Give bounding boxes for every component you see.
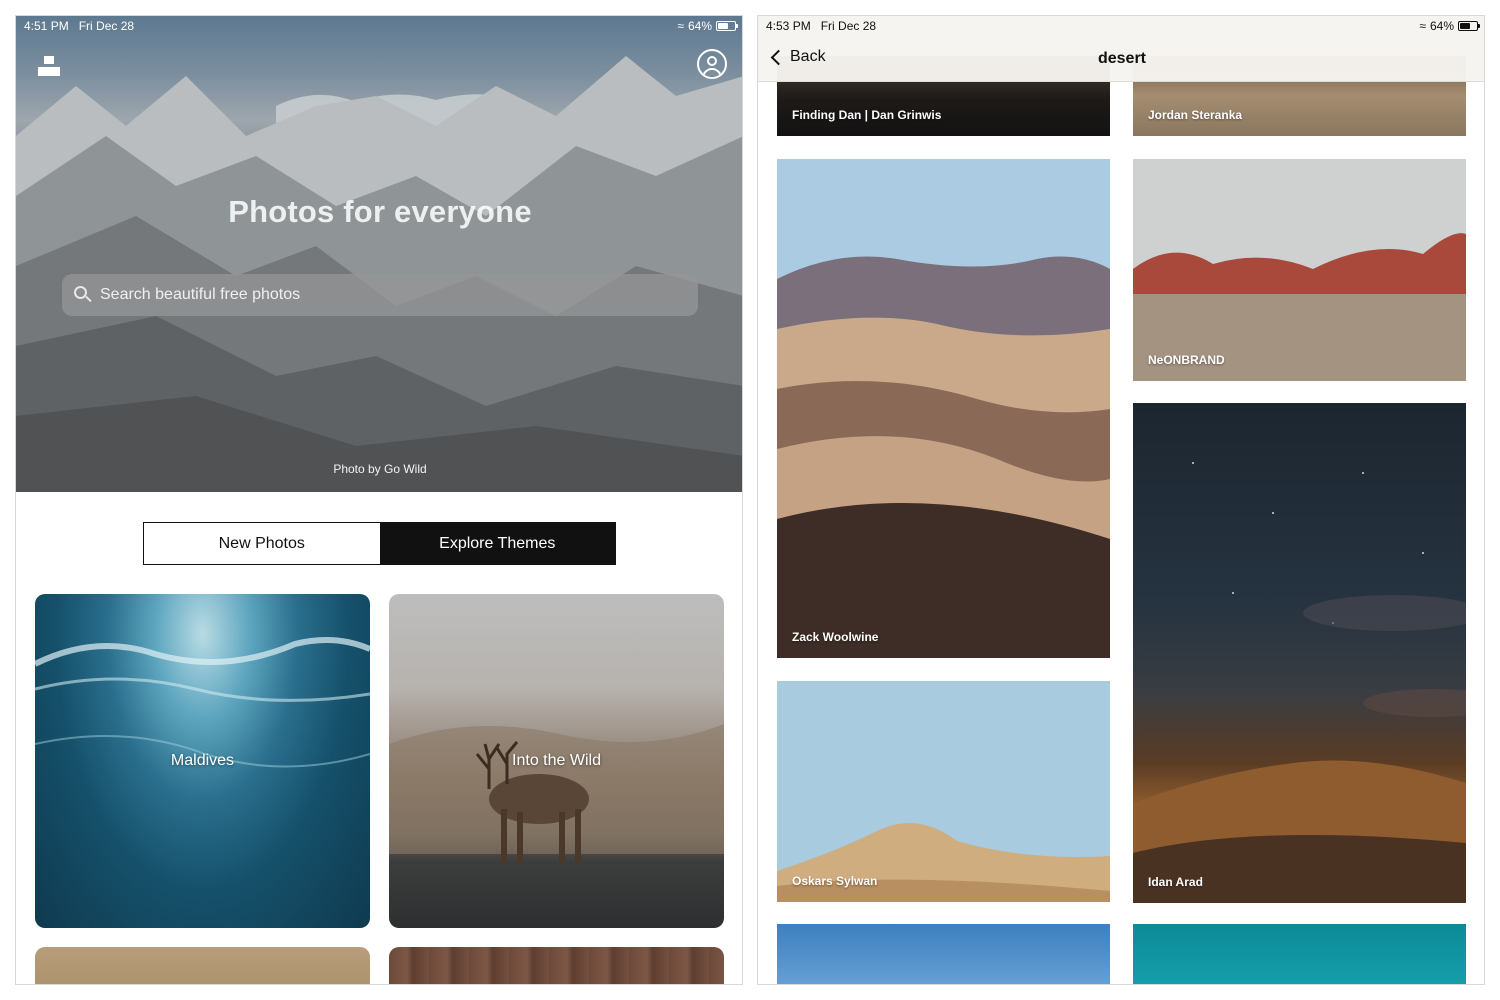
photo-card[interactable]: Oskars Sylwan bbox=[777, 681, 1110, 902]
search-bar[interactable] bbox=[62, 274, 698, 316]
photo-card[interactable] bbox=[1133, 924, 1466, 984]
status-date: Fri Dec 28 bbox=[820, 19, 877, 33]
photo-author: NeONBRAND bbox=[1148, 353, 1225, 367]
photo-card[interactable]: Idan Arad bbox=[1133, 403, 1466, 903]
theme-label: Maldives bbox=[170, 752, 235, 769]
wifi-icon: ≈ bbox=[1419, 19, 1426, 33]
theme-card-into-the-wild[interactable]: Into the Wild bbox=[389, 594, 724, 928]
photo-author: Jordan Steranka bbox=[1148, 108, 1243, 122]
photo-author: Zack Woolwine bbox=[792, 630, 879, 644]
photo-card[interactable]: Zack Woolwine bbox=[777, 159, 1110, 658]
wifi-icon: ≈ bbox=[677, 19, 684, 33]
photo-card[interactable]: NeONBRAND bbox=[1133, 159, 1466, 381]
tab-new-photos[interactable]: New Photos bbox=[144, 523, 380, 564]
photo-author: Finding Dan | Dan Grinwis bbox=[792, 108, 942, 122]
theme-card[interactable] bbox=[389, 947, 724, 984]
segmented-control: New Photos Explore Themes bbox=[143, 522, 616, 565]
tab-explore-themes[interactable]: Explore Themes bbox=[379, 523, 615, 564]
theme-card[interactable] bbox=[35, 947, 370, 984]
photo-card[interactable] bbox=[777, 924, 1110, 984]
photo-image bbox=[777, 681, 1110, 902]
status-date: Fri Dec 28 bbox=[78, 19, 135, 33]
battery-percent: 64% bbox=[1429, 19, 1454, 33]
search-icon bbox=[74, 286, 92, 304]
page-title: desert bbox=[1097, 50, 1147, 67]
hero-title: Photos for everyone bbox=[228, 194, 532, 229]
unsplash-logo-icon[interactable] bbox=[38, 56, 60, 76]
photo-image bbox=[1133, 462, 1466, 903]
photo-author: Oskars Sylwan bbox=[792, 874, 878, 888]
profile-icon[interactable] bbox=[697, 49, 727, 79]
home-screen: 4:51 PM Fri Dec 28 ≈ 64% Photos for ever… bbox=[15, 15, 743, 985]
battery-icon bbox=[1458, 21, 1480, 31]
theme-card-maldives[interactable]: Maldives bbox=[35, 594, 370, 928]
collection-screen: Finding Dan | Dan Grinwis Jordan Sterank… bbox=[757, 15, 1485, 985]
hero-banner: 4:51 PM Fri Dec 28 ≈ 64% Photos for ever… bbox=[16, 16, 742, 492]
photo-image bbox=[777, 159, 1110, 658]
photo-author: Idan Arad bbox=[1148, 875, 1203, 889]
search-input[interactable] bbox=[100, 286, 660, 304]
photo-image bbox=[1133, 159, 1466, 381]
status-time: 4:53 PM bbox=[766, 19, 811, 33]
navigation-bar: 4:53 PM Fri Dec 28 ≈ 64% Back desert bbox=[758, 16, 1484, 82]
battery-icon bbox=[716, 21, 738, 31]
theme-label: Into the Wild bbox=[512, 752, 601, 769]
status-time: 4:51 PM bbox=[24, 19, 69, 33]
battery-percent: 64% bbox=[687, 19, 712, 33]
photo-credit[interactable]: Photo by Go Wild bbox=[16, 462, 742, 476]
